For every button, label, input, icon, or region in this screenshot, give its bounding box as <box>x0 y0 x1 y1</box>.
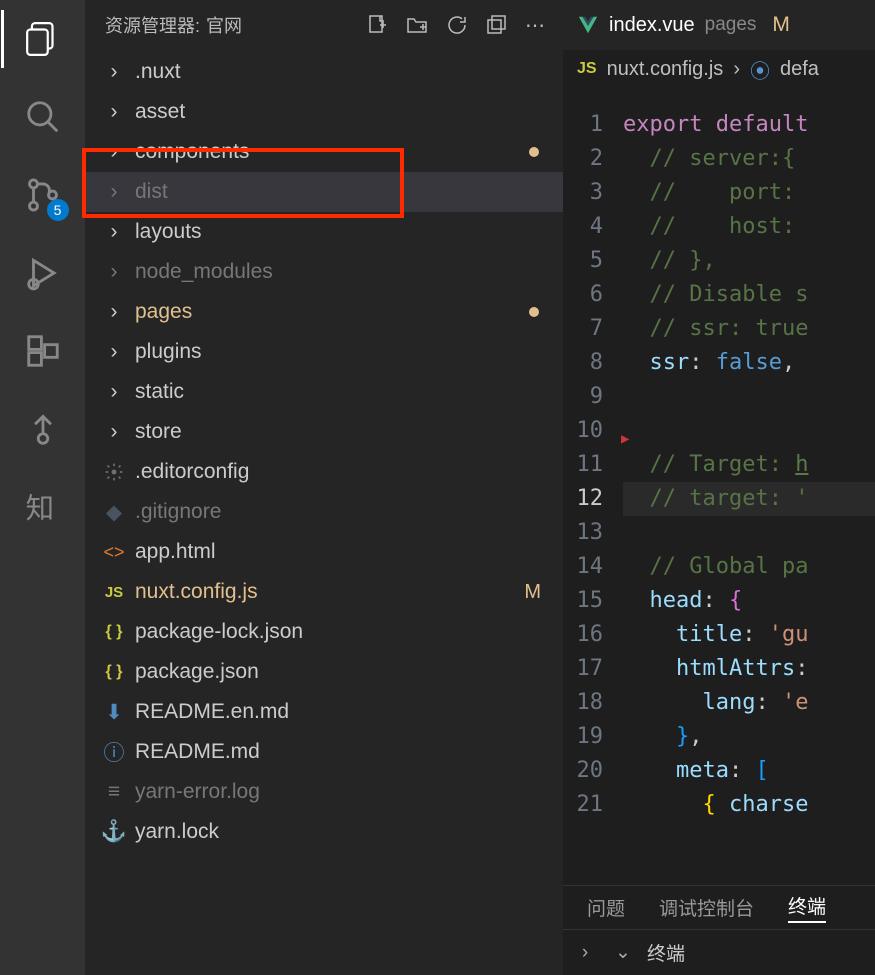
scm-badge: 5 <box>47 199 69 221</box>
breadcrumb-file: nuxt.config.js <box>607 58 724 81</box>
gear-icon <box>103 462 125 482</box>
folder-dist[interactable]: ›dist <box>85 172 563 212</box>
file-package-lock.json[interactable]: { }package-lock.json <box>85 612 563 652</box>
run-debug-icon[interactable] <box>19 249 67 297</box>
chevron-right-icon: › <box>103 140 125 164</box>
chevron-right-icon: › <box>103 220 125 244</box>
chevron-right-icon: › <box>103 100 125 124</box>
folder-node_modules[interactable]: ›node_modules <box>85 252 563 292</box>
symbol-icon: ⦿ <box>750 55 770 84</box>
folder-plugins[interactable]: ›plugins <box>85 332 563 372</box>
git-icon: ◆ <box>103 500 125 525</box>
file-yarn.lock[interactable]: ⚓yarn.lock <box>85 812 563 852</box>
tab-modified-indicator: M <box>772 13 790 37</box>
chevron-right-icon: › <box>103 260 125 284</box>
yarn-icon: ⚓ <box>103 820 125 844</box>
terminal-header: › ⌄ 终端 <box>563 929 875 975</box>
code-editor[interactable]: 123456789101112131415161718192021 export… <box>563 88 875 885</box>
chevron-right-icon: › <box>103 340 125 364</box>
terminal-title: 终端 <box>647 939 685 966</box>
chevron-down-icon[interactable]: ⌄ <box>609 941 637 964</box>
svg-text:知: 知 <box>25 493 54 525</box>
file-README.en.md[interactable]: ⬇README.en.md <box>85 692 563 732</box>
explorer-icon[interactable] <box>19 15 67 63</box>
refresh-icon[interactable] <box>445 13 469 37</box>
chevron-right-icon: › <box>733 58 740 81</box>
folder-.nuxt[interactable]: ›.nuxt <box>85 52 563 92</box>
json-icon: { } <box>103 663 125 681</box>
folder-pages[interactable]: ›pages <box>85 292 563 332</box>
bottom-panel-tabs: 问题 调试控制台 终端 <box>563 885 875 929</box>
js-icon: JS <box>577 60 597 78</box>
collapse-all-icon[interactable] <box>485 13 509 37</box>
explorer-sidebar: 资源管理器: 官网 ⋯ ›.nuxt›asset›components›dist… <box>85 0 563 975</box>
chevron-right-icon: › <box>103 180 125 204</box>
file-nuxt.config.js[interactable]: JSnuxt.config.jsM <box>85 572 563 612</box>
line-gutter: 123456789101112131415161718192021 <box>563 108 623 885</box>
log-icon: ≡ <box>103 780 125 804</box>
file-.gitignore[interactable]: ◆.gitignore <box>85 492 563 532</box>
folder-store[interactable]: ›store <box>85 412 563 452</box>
extensions-icon[interactable] <box>19 327 67 375</box>
json-icon: { } <box>103 623 125 641</box>
tab-folder: pages <box>705 14 757 36</box>
panel-tab-debug-console[interactable]: 调试控制台 <box>659 894 754 921</box>
file-app.html[interactable]: <>app.html <box>85 532 563 572</box>
breadcrumb[interactable]: JS nuxt.config.js › ⦿ defa <box>563 50 875 88</box>
search-icon[interactable] <box>19 93 67 141</box>
info-icon: ⓘ <box>103 737 125 767</box>
editor-area: index.vue pages M JS nuxt.config.js › ⦿ … <box>563 0 875 975</box>
editor-tab[interactable]: index.vue pages M <box>563 0 875 50</box>
new-file-icon[interactable] <box>365 13 389 37</box>
explorer-header: 资源管理器: 官网 ⋯ <box>85 0 563 50</box>
git-pull-icon[interactable] <box>19 405 67 453</box>
html-icon: <> <box>103 542 125 563</box>
chevron-right-icon: › <box>103 420 125 444</box>
breadcrumb-symbol: defa <box>780 58 819 81</box>
modified-indicator: M <box>524 581 541 604</box>
js-icon: JS <box>103 584 125 601</box>
folder-asset[interactable]: ›asset <box>85 92 563 132</box>
explorer-title-prefix: 资源管理器: <box>105 12 200 38</box>
vue-icon <box>577 14 599 36</box>
more-icon[interactable]: ⋯ <box>525 13 549 37</box>
tab-filename: index.vue <box>609 14 695 37</box>
chevron-right-icon[interactable]: › <box>571 942 599 964</box>
folder-static[interactable]: ›static <box>85 372 563 412</box>
modified-dot <box>529 307 539 317</box>
custom-icon[interactable]: 知 <box>19 483 67 531</box>
chevron-right-icon: › <box>103 380 125 404</box>
modified-dot <box>529 147 539 157</box>
activity-bar: 5 知 <box>0 0 85 975</box>
chevron-right-icon: › <box>103 60 125 84</box>
folder-layouts[interactable]: ›layouts <box>85 212 563 252</box>
md-icon: ⬇ <box>103 700 125 725</box>
chevron-right-icon: › <box>103 300 125 324</box>
file-package.json[interactable]: { }package.json <box>85 652 563 692</box>
file-tree: ›.nuxt›asset›components›dist›layouts›nod… <box>85 50 563 975</box>
panel-tab-problems[interactable]: 问题 <box>587 894 625 921</box>
code-lines: export default // server:{ // port: // h… <box>623 108 875 885</box>
explorer-title: 官网 <box>206 12 242 38</box>
panel-tab-terminal[interactable]: 终端 <box>788 892 826 923</box>
file-yarn-error.log[interactable]: ≡yarn-error.log <box>85 772 563 812</box>
folder-components[interactable]: ›components <box>85 132 563 172</box>
file-README.md[interactable]: ⓘREADME.md <box>85 732 563 772</box>
new-folder-icon[interactable] <box>405 13 429 37</box>
file-.editorconfig[interactable]: .editorconfig <box>85 452 563 492</box>
source-control-icon[interactable]: 5 <box>19 171 67 219</box>
